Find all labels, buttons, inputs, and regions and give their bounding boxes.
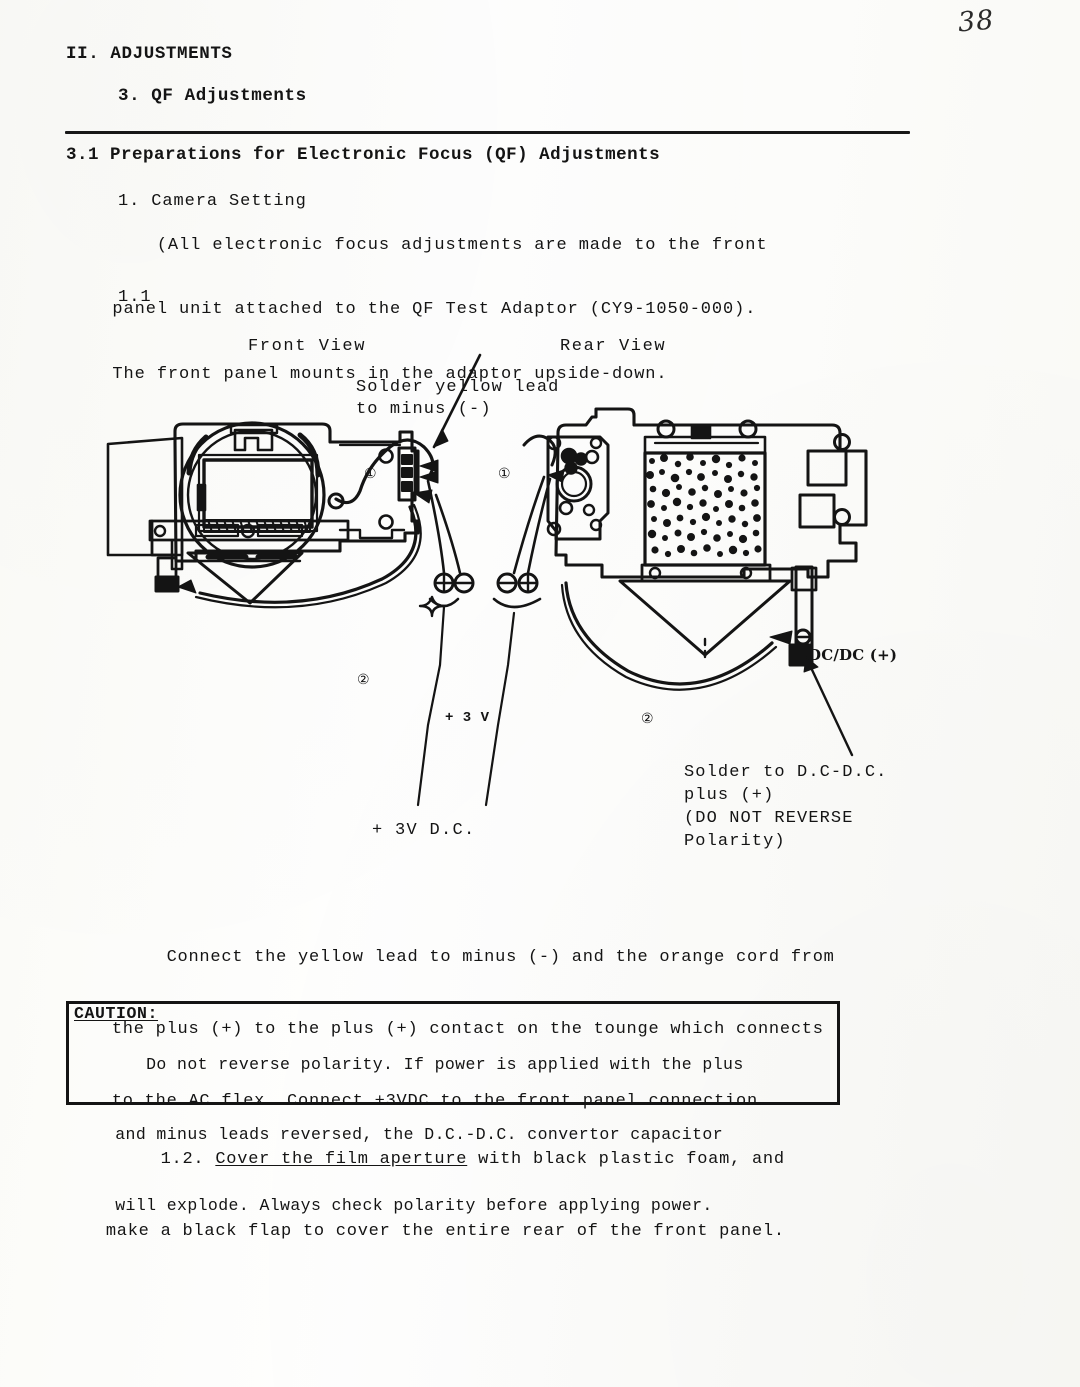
horizontal-rule [65, 131, 910, 134]
page-number: 38 [956, 4, 996, 39]
callout-1-front: ① [364, 466, 377, 482]
subsection-heading: 3.1 Preparations for Electronic Focus (Q… [66, 145, 661, 165]
item-1-2-line-2: make a black flap to cover the entire re… [105, 1222, 785, 1241]
caution-title: CAUTION: [74, 1004, 159, 1023]
callout-2-front: ② [357, 672, 370, 688]
annotation-plus-3v: + 3 V [445, 710, 490, 726]
item-label-1-1: 1.1 [118, 288, 152, 307]
chapter-heading: II. ADJUSTMENTS [66, 44, 233, 64]
callout-1-rear: ① [498, 466, 511, 482]
scanned-manual-page: 38 II. ADJUSTMENTS 3. QF Adjustments 3.1… [0, 0, 1080, 1387]
caution-line-1: Do not reverse polarity. If power is app… [115, 1054, 744, 1074]
annotation-plus-3v-dc: + 3V D.C. [372, 821, 476, 840]
item-1-2-rest: with black plastic foam, and [467, 1150, 785, 1169]
callout-2-rear: ② [641, 711, 654, 727]
item-1-2-underlined-phrase: Cover the film aperture [215, 1150, 468, 1169]
figure-line-art [106, 353, 868, 807]
item-1-2-prefix: 1.2. [105, 1150, 216, 1169]
figure-camera-front-rear-views: Front View Rear View Solder yellow lead … [0, 325, 1080, 885]
annotation-solder-to-dc-dc: Solder to D.C-D.C. plus (+) (DO NOT REVE… [684, 763, 888, 851]
item-1-2-paragraph: 1.2. Cover the film aperture with black … [62, 1124, 882, 1268]
connect-line-1: Connect the yellow lead to minus (-) and… [111, 948, 835, 967]
annotation-dc-dc-plus: DC/DC (+) [808, 646, 898, 664]
camera-setting-line-1: (All electronic focus adjustments are ma… [112, 235, 768, 255]
section-heading: 3. QF Adjustments [118, 86, 307, 106]
camera-setting-line-2: panel unit attached to the QF Test Adapt… [112, 300, 757, 319]
camera-setting-title: 1. Camera Setting [118, 192, 307, 211]
